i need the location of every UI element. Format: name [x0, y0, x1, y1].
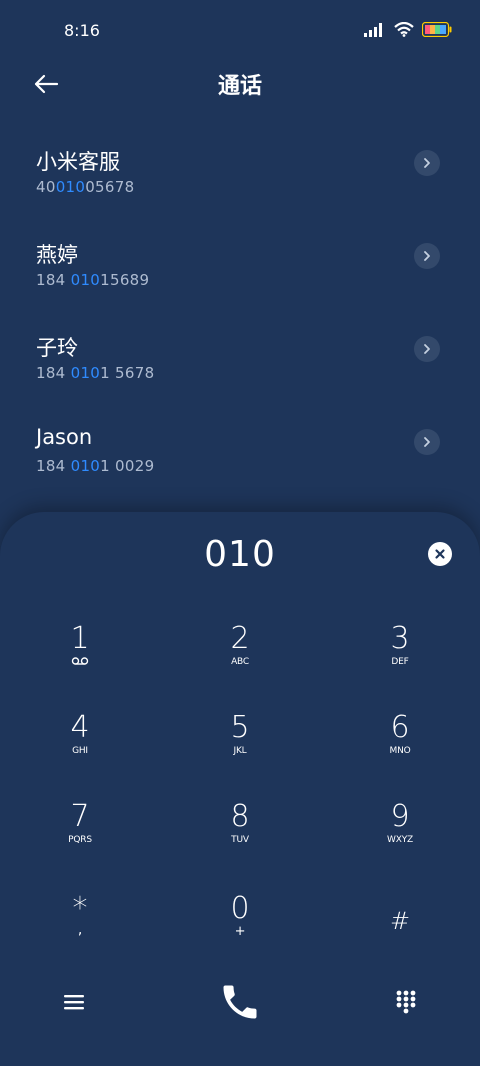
contact-detail-button[interactable]: [414, 150, 440, 176]
chevron-right-icon: [424, 437, 430, 447]
dialpad-panel: 010 1 2 ABC 3 DEF 4 GHI 5 JKL 6 MNO 7 PQ…: [0, 512, 480, 1066]
key-digit: 4: [70, 710, 90, 745]
signal-icon: [364, 22, 382, 37]
contact-name: 子玲: [36, 336, 78, 360]
call-button[interactable]: [216, 978, 264, 1026]
page-title: 通话: [217, 74, 262, 99]
key-letters: MNO: [389, 746, 411, 756]
bottom-bar: [0, 974, 480, 1034]
contact-name: 小米客服: [36, 150, 120, 174]
wifi-icon: [394, 22, 414, 37]
contact-name: Jason: [36, 425, 93, 449]
voicemail-icon: [71, 657, 89, 665]
key-digit: 9: [390, 799, 410, 834]
key-digit: 0: [230, 891, 250, 926]
header: 通话: [0, 62, 480, 106]
key-2[interactable]: 2 ABC: [180, 622, 300, 692]
chevron-right-icon: [424, 344, 430, 354]
key-3[interactable]: 3 DEF: [340, 622, 460, 692]
key-letters: WXYZ: [387, 835, 413, 845]
key-digit: *: [72, 891, 88, 926]
clear-button[interactable]: [428, 542, 452, 566]
phone-icon: [223, 985, 257, 1019]
contact-item[interactable]: Jason 184 0101 0029: [0, 419, 480, 512]
dialpad-icon: [396, 990, 416, 1014]
keypad-toggle-button[interactable]: [390, 986, 422, 1018]
key-digit: 5: [230, 710, 250, 745]
key-letters: ,: [77, 922, 83, 938]
menu-button[interactable]: [58, 986, 90, 1018]
contact-number: 4001005678: [36, 178, 135, 196]
contact-number: 184 0101 0029: [36, 457, 155, 475]
key-0[interactable]: 0 +: [180, 892, 300, 962]
key-6[interactable]: 6 MNO: [340, 711, 460, 781]
contact-detail-button[interactable]: [414, 243, 440, 269]
contact-name: 燕婷: [36, 243, 78, 267]
clear-icon: [435, 549, 445, 559]
battery-icon: [422, 22, 452, 37]
key-digit: 3: [390, 621, 410, 656]
contact-item[interactable]: 小米客服 4001005678: [0, 140, 480, 233]
contact-item[interactable]: 子玲 184 0101 5678: [0, 326, 480, 419]
contact-number: 184 01015689: [36, 271, 150, 289]
contact-detail-button[interactable]: [414, 336, 440, 362]
contact-item[interactable]: 燕婷 184 01015689: [0, 233, 480, 326]
key-letters: JKL: [233, 746, 247, 756]
key-letters: GHI: [72, 746, 88, 756]
contact-number: 184 0101 5678: [36, 364, 155, 382]
dialed-number[interactable]: 010: [0, 534, 480, 575]
key-letters: TUV: [231, 835, 249, 845]
key-digit: 8: [230, 799, 250, 834]
key-8[interactable]: 8 TUV: [180, 800, 300, 870]
key-letters: ABC: [231, 657, 249, 667]
key-letters: +: [234, 924, 246, 939]
key-7[interactable]: 7 PQRS: [20, 800, 140, 870]
contact-list: 小米客服 4001005678 燕婷 184 01015689 子玲 184 0…: [0, 140, 480, 512]
status-time: 8:16: [64, 21, 100, 40]
status-bar: 8:16: [0, 0, 480, 62]
key-star[interactable]: * ,: [20, 892, 140, 962]
key-letters: PQRS: [68, 835, 92, 845]
contact-detail-button[interactable]: [414, 429, 440, 455]
key-digit: #: [389, 907, 411, 935]
status-icons: [364, 22, 452, 37]
key-digit: 7: [70, 799, 90, 834]
key-4[interactable]: 4 GHI: [20, 711, 140, 781]
key-hash[interactable]: #: [340, 904, 460, 974]
key-5[interactable]: 5 JKL: [180, 711, 300, 781]
chevron-right-icon: [424, 158, 430, 168]
key-1[interactable]: 1: [20, 622, 140, 692]
menu-icon: [64, 995, 84, 1010]
key-digit: 2: [230, 621, 250, 656]
key-letters: DEF: [391, 657, 409, 667]
key-digit: 6: [390, 710, 410, 745]
chevron-right-icon: [424, 251, 430, 261]
key-digit: 1: [70, 621, 90, 656]
key-9[interactable]: 9 WXYZ: [340, 800, 460, 870]
